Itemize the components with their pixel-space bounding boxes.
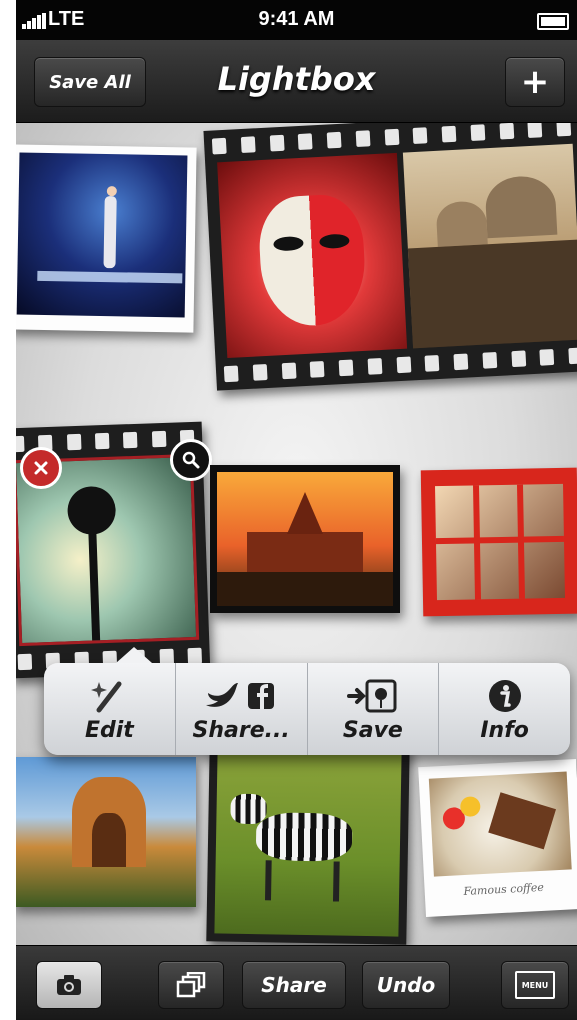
zebra-filmstrip	[206, 741, 410, 945]
bottom-toolbar: Share Undo MENU	[16, 945, 577, 1020]
close-icon[interactable]	[20, 447, 62, 489]
thai-temple-photo[interactable]	[210, 465, 400, 613]
zebra-photo[interactable]	[214, 749, 402, 937]
save-menu-label: Save	[342, 717, 403, 743]
venetian-mask-photo[interactable]	[217, 152, 408, 359]
menu-icon: MENU	[515, 971, 555, 999]
app-screen: LTE 9:41 AM Save All Lightbox + Famous c…	[16, 0, 577, 1020]
info-menu-label: Info	[480, 717, 529, 743]
menu-button[interactable]: MENU	[501, 961, 569, 1009]
info-icon	[487, 676, 523, 716]
red-phone-booth-photo[interactable]	[420, 467, 577, 617]
battery-icon	[537, 13, 569, 30]
stack-icon	[176, 972, 206, 998]
share-button[interactable]: Share	[242, 961, 346, 1009]
lightbox-board: Famous coffee	[16, 123, 577, 945]
concert-performer-photo[interactable]	[16, 144, 197, 333]
share-menu-label: Share...	[192, 717, 290, 743]
palace-of-fine-arts-photo[interactable]	[16, 757, 196, 907]
cake-plate-photo[interactable]: Famous coffee	[418, 758, 577, 918]
page-title: Lightbox	[217, 60, 376, 98]
status-time: 9:41 AM	[258, 8, 335, 30]
nav-bar: Save All Lightbox +	[16, 40, 577, 123]
twitter-facebook-icon	[204, 676, 278, 716]
undo-button[interactable]: Undo	[362, 961, 450, 1009]
popup-arrow	[116, 647, 152, 663]
status-bar: LTE 9:41 AM	[16, 0, 577, 40]
photo-caption: Famous coffee	[463, 880, 545, 899]
menu-label: MENU	[521, 980, 549, 990]
edit-label: Edit	[84, 717, 134, 743]
share-menu-item[interactable]: Share...	[176, 663, 308, 755]
stack-button[interactable]	[158, 961, 224, 1009]
save-menu-item[interactable]: Save	[308, 663, 440, 755]
photo-action-menu: Edit Share... Save Info	[44, 647, 570, 755]
filmstrip-top	[203, 123, 577, 391]
venice-domes-photo[interactable]	[402, 143, 577, 349]
camera-button[interactable]	[36, 961, 102, 1009]
camera-icon	[57, 975, 81, 995]
save-to-album-icon	[346, 676, 399, 716]
magnifier-icon[interactable]	[170, 439, 212, 481]
magic-brush-icon	[89, 676, 129, 716]
info-menu-item[interactable]: Info	[439, 663, 570, 755]
edit-menu-item[interactable]: Edit	[44, 663, 176, 755]
add-photo-button[interactable]: +	[505, 57, 565, 107]
